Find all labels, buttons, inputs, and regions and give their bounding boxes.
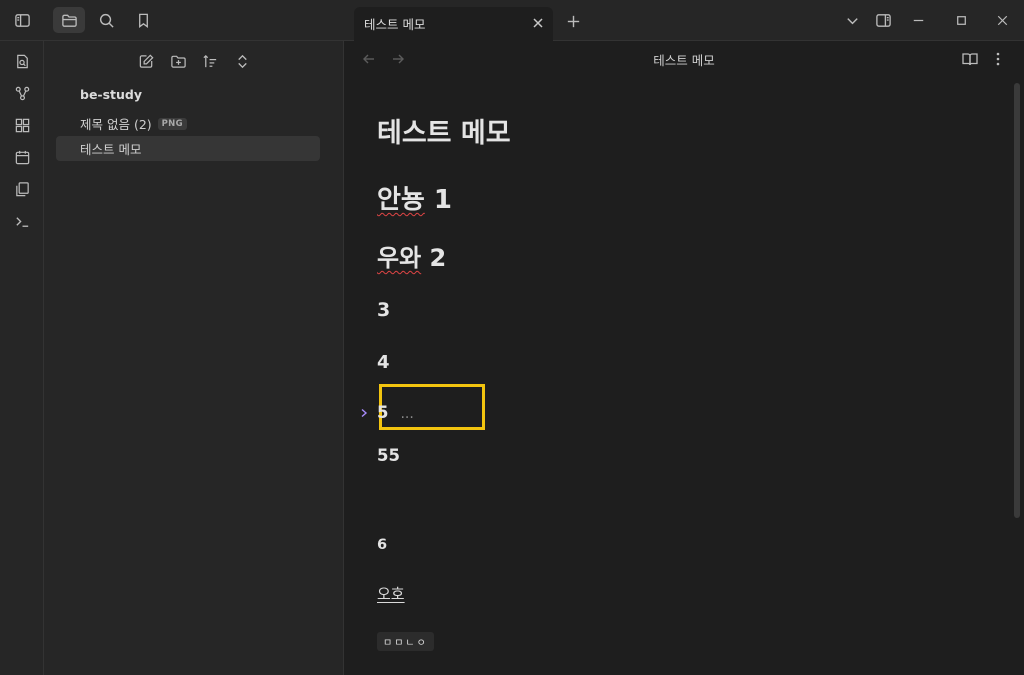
- search-icon[interactable]: [90, 7, 122, 33]
- folder-be-study[interactable]: be-study: [80, 87, 142, 102]
- file-explorer: be-study 제목 없음 (2) PNG 테스트 메모: [44, 41, 344, 675]
- folder-icon[interactable]: [53, 7, 85, 33]
- command-palette-icon[interactable]: [6, 207, 38, 235]
- more-options-icon[interactable]: [988, 49, 1008, 69]
- collapse-all-icon[interactable]: [228, 49, 256, 73]
- sidebar-toggle-icon[interactable]: [6, 7, 38, 33]
- maximize-icon[interactable]: [945, 7, 977, 33]
- canvas-icon[interactable]: [6, 111, 38, 139]
- close-icon[interactable]: [986, 7, 1018, 33]
- heading-2-first: 안뇽 1: [377, 179, 452, 216]
- heading-5-second: 55: [377, 446, 400, 465]
- heading-2-second: 우와 2: [377, 238, 446, 273]
- ribbon: [0, 41, 44, 675]
- heading-6: 6: [377, 537, 388, 553]
- file-type-badge: PNG: [157, 117, 187, 130]
- heading-text: 5: [377, 403, 389, 422]
- templates-icon[interactable]: [6, 175, 38, 203]
- right-sidebar-icon[interactable]: [867, 7, 899, 33]
- underlined-link[interactable]: 오호: [377, 583, 405, 604]
- scrollbar[interactable]: [1014, 83, 1020, 518]
- tab-close-icon[interactable]: [530, 15, 546, 31]
- new-note-icon[interactable]: [132, 49, 160, 73]
- heading-number: 2: [429, 244, 447, 272]
- title-bar: 테스트 메모: [0, 0, 1024, 41]
- tab-title: 테스트 메모: [364, 17, 426, 32]
- tab-test-memo[interactable]: 테스트 메모: [354, 7, 553, 41]
- file-untitled-png[interactable]: 제목 없음 (2) PNG: [80, 114, 187, 133]
- heading-4: 4: [377, 352, 390, 373]
- new-tab-plus-icon[interactable]: [557, 8, 589, 34]
- view-header-title[interactable]: 테스트 메모: [344, 50, 1024, 69]
- file-label: 테스트 메모: [80, 142, 142, 157]
- fold-chevron-right-icon[interactable]: [359, 408, 369, 418]
- misspelled-word: 안뇽: [377, 185, 425, 215]
- new-folder-icon[interactable]: [164, 49, 192, 73]
- misspelled-word: 우와: [377, 244, 422, 272]
- file-label: 제목 없음 (2): [80, 117, 152, 132]
- heading-3: 3: [377, 299, 391, 321]
- heading-1: 테스트 메모: [377, 118, 511, 149]
- minimize-icon[interactable]: [902, 7, 934, 33]
- bookmark-icon[interactable]: [127, 7, 159, 33]
- editor-pane: 테스트 메모 테스트 메모 안뇽 1 우와 2 3 4 5... 55 6 오호…: [344, 41, 1024, 675]
- heading-number: 1: [433, 185, 452, 215]
- file-test-memo-active[interactable]: 테스트 메모: [56, 136, 320, 161]
- inline-code: ㅁㅁㄴㅇ: [377, 632, 434, 651]
- sort-icon[interactable]: [196, 49, 224, 73]
- heading-5-folded[interactable]: 5...: [361, 403, 414, 422]
- daily-note-icon[interactable]: [6, 143, 38, 171]
- chevron-down-icon[interactable]: [836, 7, 868, 33]
- graph-view-icon[interactable]: [6, 79, 38, 107]
- folded-ellipsis[interactable]: ...: [400, 406, 413, 422]
- reading-view-icon[interactable]: [960, 49, 980, 69]
- quick-switcher-icon[interactable]: [6, 47, 38, 75]
